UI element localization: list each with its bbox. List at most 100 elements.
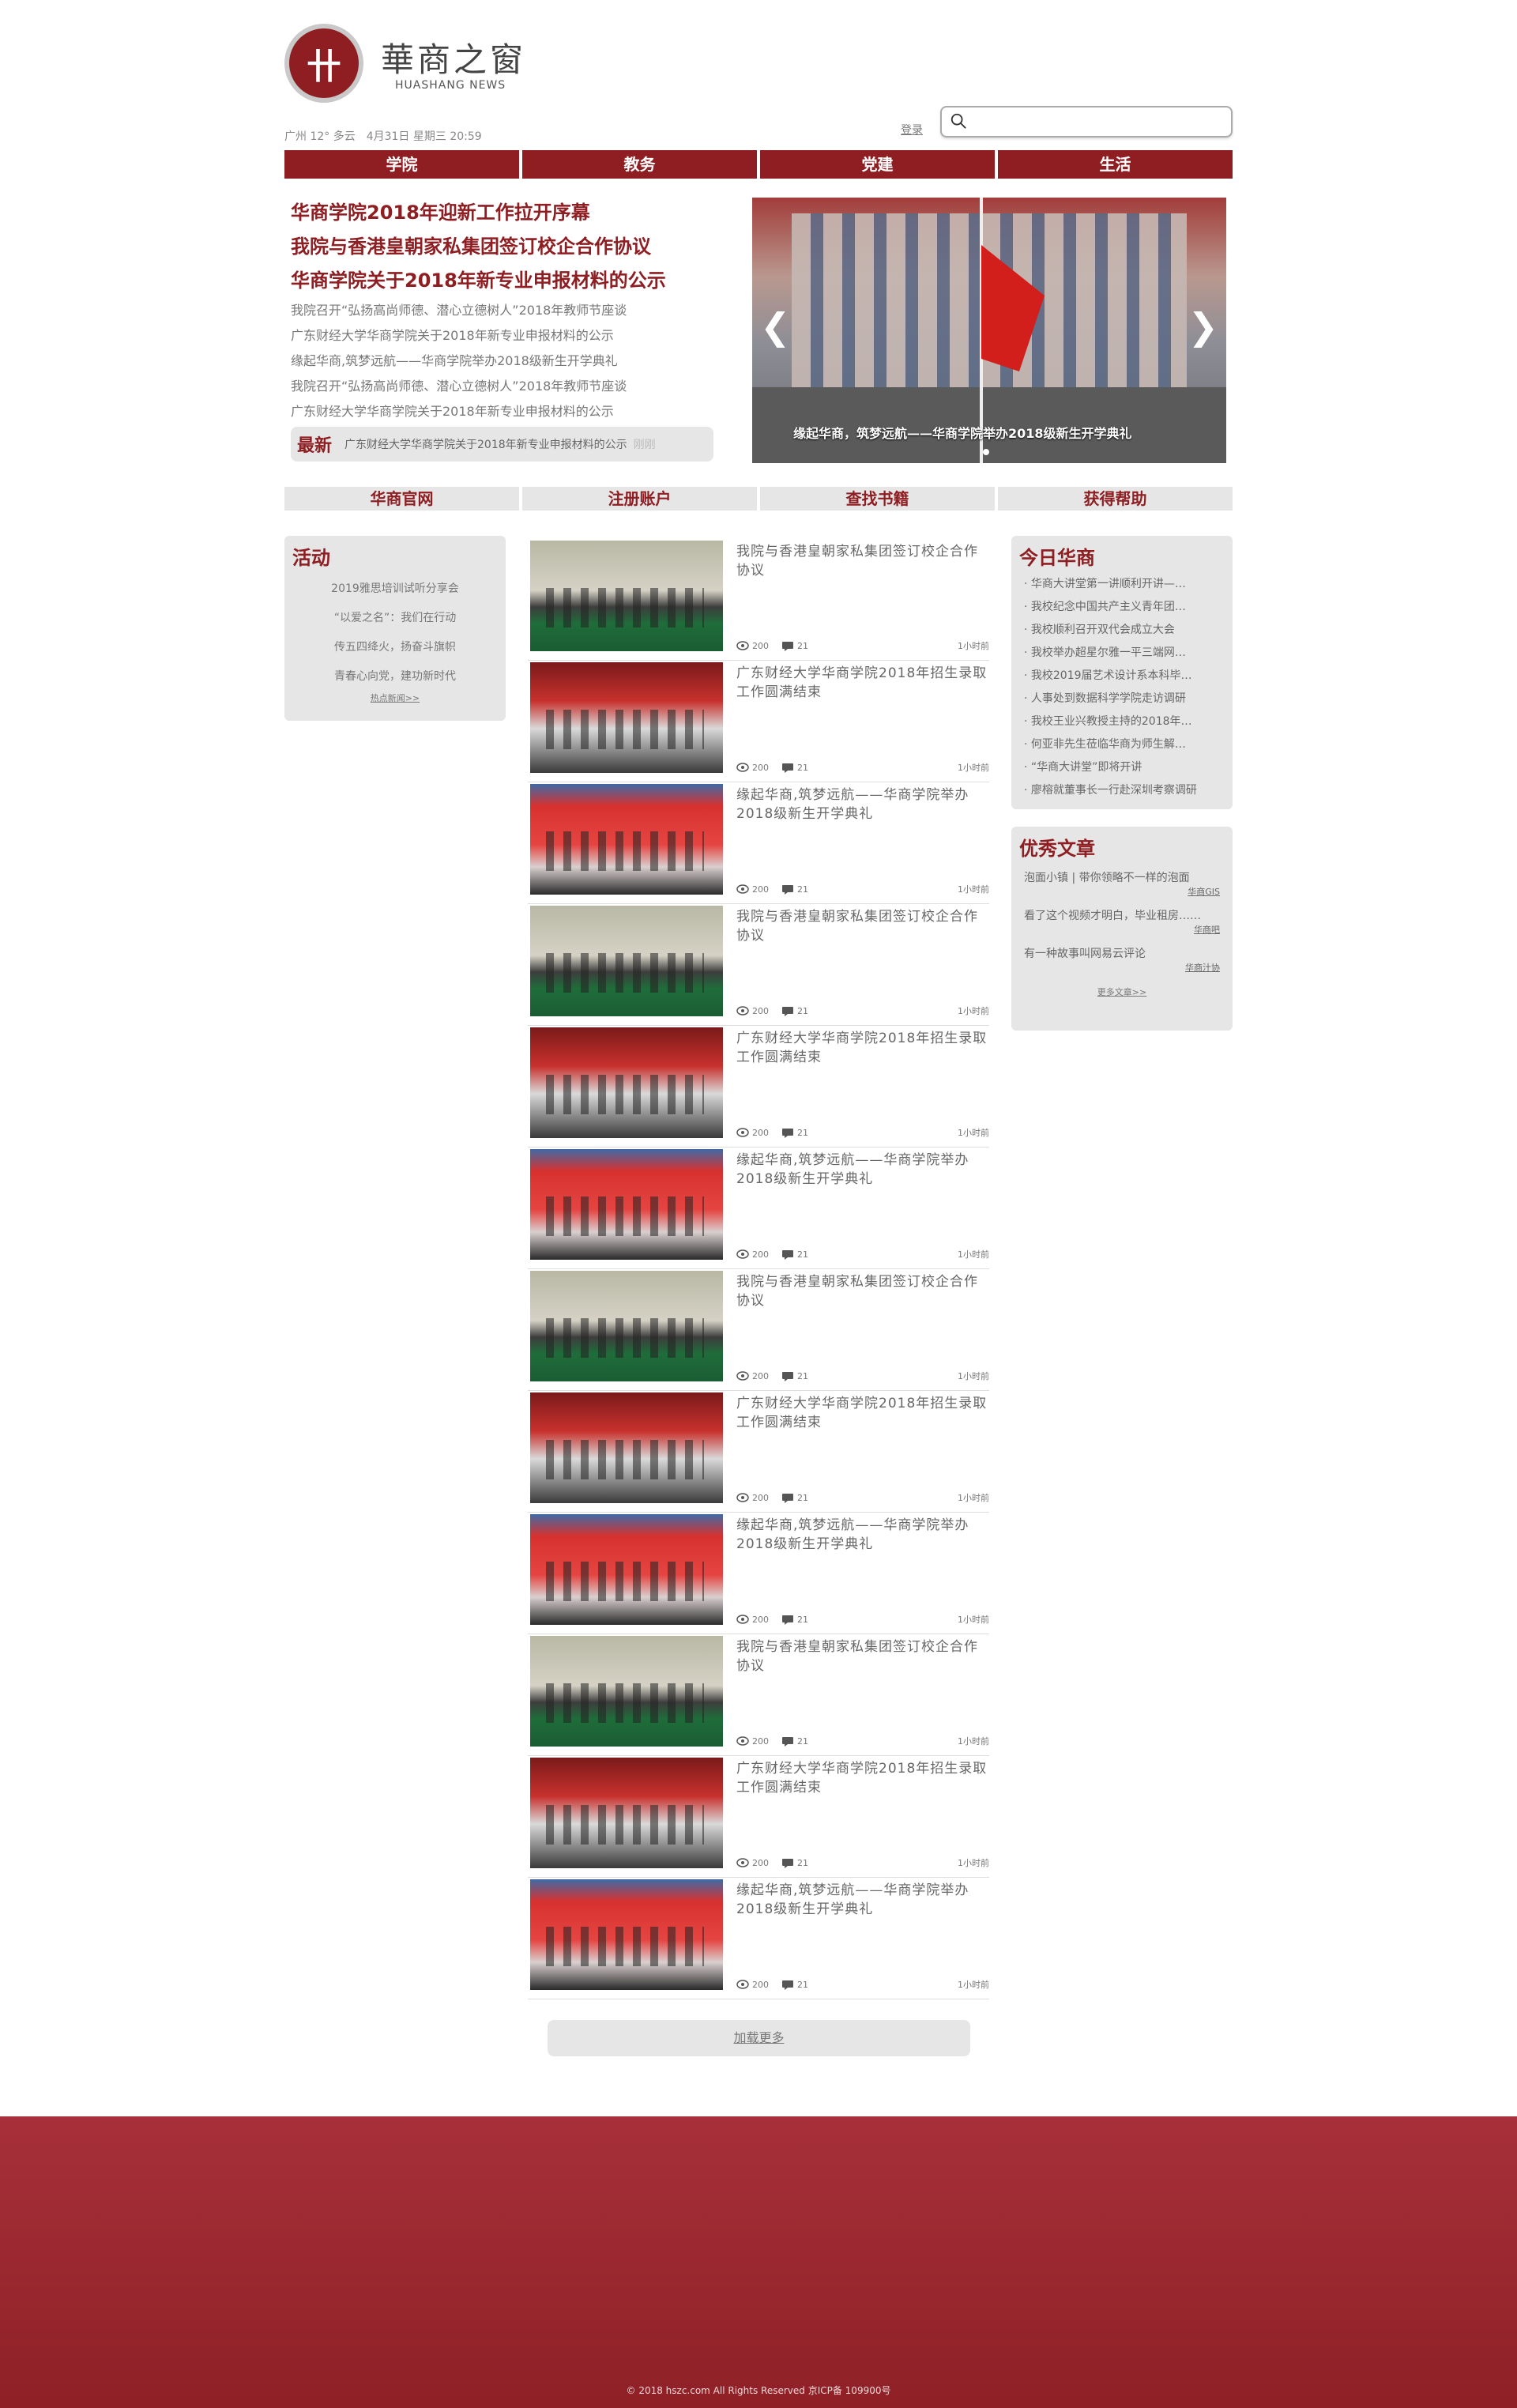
carousel-prev-button[interactable]: ❮ (760, 308, 791, 345)
today-item[interactable]: · 我校顺利召开双代会成立大会 (1011, 619, 1233, 642)
news-thumbnail[interactable] (530, 1392, 723, 1503)
news-card[interactable]: 我院与香港皇朝家私集团签订校企合作协议 200 21 1小时前 (528, 904, 989, 1026)
more-articles-link[interactable]: 更多文章>> (1011, 985, 1233, 998)
nav-party[interactable]: 党建 (760, 150, 995, 179)
news-thumbnail[interactable] (530, 1271, 723, 1381)
headline-link[interactable]: 华商学院2018年迎新工作拉开序幕 (291, 196, 717, 230)
activity-item[interactable]: “以爱之名”：我们在行动 (284, 604, 506, 633)
subheadline-link[interactable]: 我院召开“弘扬高尚师德、潜心立德树人”2018年教师节座谈 (291, 374, 717, 399)
eye-icon (736, 1858, 749, 1867)
news-card[interactable]: 广东财经大学华商学院2018年招生录取工作圆满结束 200 21 1小时前 (528, 1756, 989, 1878)
today-item[interactable]: · 我校2019届艺术设计系本科毕… (1011, 665, 1233, 688)
nav-help[interactable]: 获得帮助 (998, 487, 1233, 511)
news-time: 1小时前 (958, 1858, 989, 1868)
today-item[interactable]: · 我校王业兴教授主持的2018年… (1011, 710, 1233, 733)
nav-register[interactable]: 注册账户 (522, 487, 757, 511)
comments-value: 21 (797, 1735, 808, 1747)
subheadline-link[interactable]: 广东财经大学华商学院关于2018年新专业申报材料的公示 (291, 323, 717, 349)
comments-count: 21 (781, 641, 808, 651)
news-card[interactable]: 缘起华商,筑梦远航——华商学院举办2018级新生开学典礼 200 21 1小时前 (528, 1147, 989, 1269)
today-item[interactable]: · 何亚非先生莅临华商为师生解… (1011, 733, 1233, 756)
today-item[interactable]: · 华商大讲堂第一讲顺利开讲—… (1011, 573, 1233, 596)
latest-text[interactable]: 广东财经大学华商学院关于2018年新专业申报材料的公示 (344, 436, 627, 452)
news-title[interactable]: 我院与香港皇朝家私集团签订校企合作协议 (736, 907, 989, 945)
article-link[interactable]: 泡面小镇 | 带你领略不一样的泡面 (1011, 870, 1233, 886)
thumbnail-figures (546, 1805, 704, 1845)
image-carousel[interactable]: ❮ ❯ 缘起华商，筑梦远航——华商学院举办2018级新生开学典礼 (752, 198, 1226, 463)
nav-academic[interactable]: 教务 (522, 150, 757, 179)
search-input[interactable] (940, 106, 1233, 138)
news-card[interactable]: 广东财经大学华商学院2018年招生录取工作圆满结束 200 21 1小时前 (528, 661, 989, 782)
carousel-caption[interactable]: 缘起华商，筑梦远航——华商学院举办2018级新生开学典礼 (793, 423, 1132, 442)
news-title[interactable]: 我院与香港皇朝家私集团签订校企合作协议 (736, 542, 989, 580)
comment-icon (782, 1006, 793, 1016)
article-source[interactable]: 华商吧 (1011, 924, 1233, 936)
logo-emblem[interactable]: 卄 (284, 24, 363, 103)
news-title[interactable]: 缘起华商,筑梦远航——华商学院举办2018级新生开学典礼 (736, 786, 989, 823)
nav-college[interactable]: 学院 (284, 150, 519, 179)
comments-value: 21 (797, 1127, 808, 1138)
news-thumbnail[interactable] (530, 784, 723, 895)
news-title[interactable]: 我院与香港皇朝家私集团签订校企合作协议 (736, 1272, 989, 1310)
activity-item[interactable]: 传五四绛火，扬奋斗旗帜 (284, 633, 506, 662)
views-count: 200 (736, 641, 769, 651)
subheadline-link[interactable]: 缘起华商,筑梦远航——华商学院举办2018级新生开学典礼 (291, 349, 717, 374)
carousel-next-button[interactable]: ❯ (1188, 308, 1218, 345)
news-card[interactable]: 我院与香港皇朝家私集团签订校企合作协议 200 21 1小时前 (528, 1269, 989, 1391)
thumbnail-figures (546, 1196, 704, 1236)
activity-item[interactable]: 青春心向党，建功新时代 (284, 662, 506, 691)
news-card[interactable]: 广东财经大学华商学院2018年招生录取工作圆满结束 200 21 1小时前 (528, 1391, 989, 1513)
news-thumbnail[interactable] (530, 1149, 723, 1260)
hot-news-more-link[interactable]: 热点新闻>> (284, 691, 506, 704)
news-title[interactable]: 广东财经大学华商学院2018年招生录取工作圆满结束 (736, 1759, 989, 1797)
news-thumbnail[interactable] (530, 1879, 723, 1990)
news-title[interactable]: 缘起华商,筑梦远航——华商学院举办2018级新生开学典礼 (736, 1516, 989, 1554)
subheadline-link[interactable]: 广东财经大学华商学院关于2018年新专业申报材料的公示 (291, 399, 717, 424)
news-time: 1小时前 (958, 1980, 989, 1990)
article-source[interactable]: 华商汁协 (1011, 962, 1233, 974)
news-title[interactable]: 广东财经大学华商学院2018年招生录取工作圆满结束 (736, 1394, 989, 1432)
news-thumbnail[interactable] (530, 1514, 723, 1625)
today-item[interactable]: · 我校纪念中国共产主义青年团… (1011, 596, 1233, 619)
article-link[interactable]: 看了这个视频才明白，毕业租房…… (1011, 908, 1233, 924)
news-card[interactable]: 我院与香港皇朝家私集团签订校企合作协议 200 21 1小时前 (528, 1634, 989, 1756)
subheadline-link[interactable]: 我院召开“弘扬高尚师德、潜心立德树人”2018年教师节座谈 (291, 298, 717, 323)
news-meta: 200 21 1小时前 (736, 1126, 989, 1139)
nav-find-books[interactable]: 查找书籍 (760, 487, 995, 511)
today-title: 今日华商 (1019, 547, 1095, 569)
news-card[interactable]: 缘起华商,筑梦远航——华商学院举办2018级新生开学典礼 200 21 1小时前 (528, 782, 989, 904)
news-thumbnail[interactable] (530, 541, 723, 651)
activity-panel: 活动 2019雅思培训试听分享会 “以爱之名”：我们在行动 传五四绛火，扬奋斗旗… (284, 536, 506, 721)
activity-item[interactable]: 2019雅思培训试听分享会 (284, 575, 506, 604)
today-item[interactable]: · 人事处到数据科学学院走访调研 (1011, 688, 1233, 710)
news-thumbnail[interactable] (530, 1027, 723, 1138)
nav-life[interactable]: 生活 (998, 150, 1233, 179)
today-item[interactable]: · 廖榕就董事长一行赴深圳考察调研 (1011, 779, 1233, 802)
news-card[interactable]: 缘起华商,筑梦远航——华商学院举办2018级新生开学典礼 200 21 1小时前 (528, 1878, 989, 1999)
news-thumbnail[interactable] (530, 662, 723, 773)
headline-link[interactable]: 华商学院关于2018年新专业申报材料的公示 (291, 264, 717, 298)
load-more-button[interactable]: 加载更多 (548, 2020, 970, 2056)
news-thumbnail[interactable] (530, 906, 723, 1016)
news-card[interactable]: 我院与香港皇朝家私集团签订校企合作协议 200 21 1小时前 (528, 539, 989, 661)
today-item[interactable]: · “华商大讲堂”即将开讲 (1011, 756, 1233, 779)
news-title[interactable]: 我院与香港皇朝家私集团签订校企合作协议 (736, 1637, 989, 1675)
latest-ticker[interactable]: 最新 广东财经大学华商学院关于2018年新专业申报材料的公示 刚刚 (291, 427, 713, 462)
nav-official-site[interactable]: 华商官网 (284, 487, 519, 511)
today-item[interactable]: · 我校举办超星尔雅一平三端网… (1011, 642, 1233, 665)
news-card[interactable]: 广东财经大学华商学院2018年招生录取工作圆满结束 200 21 1小时前 (528, 1026, 989, 1147)
news-thumbnail[interactable] (530, 1636, 723, 1747)
news-card[interactable]: 缘起华商,筑梦远航——华商学院举办2018级新生开学典礼 200 21 1小时前 (528, 1513, 989, 1634)
comment-icon (782, 1615, 793, 1625)
news-thumbnail[interactable] (530, 1758, 723, 1868)
carousel-indicator[interactable] (983, 449, 989, 455)
article-link[interactable]: 有一种故事叫网易云评论 (1011, 946, 1233, 962)
article-source[interactable]: 华商GIS (1011, 886, 1233, 899)
login-link[interactable]: 登录 (901, 122, 923, 138)
headline-link[interactable]: 我院与香港皇朝家私集团签订校企合作协议 (291, 230, 717, 264)
eye-icon (736, 1006, 749, 1016)
news-title[interactable]: 广东财经大学华商学院2018年招生录取工作圆满结束 (736, 664, 989, 702)
news-title[interactable]: 广东财经大学华商学院2018年招生录取工作圆满结束 (736, 1029, 989, 1067)
news-title[interactable]: 缘起华商,筑梦远航——华商学院举办2018级新生开学典礼 (736, 1151, 989, 1189)
news-title[interactable]: 缘起华商,筑梦远航——华商学院举办2018级新生开学典礼 (736, 1881, 989, 1919)
